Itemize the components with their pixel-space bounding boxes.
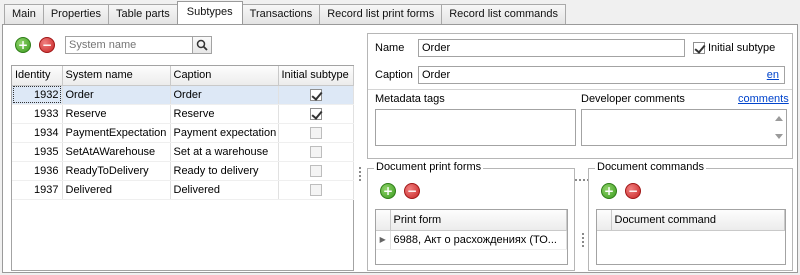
column-header-caption[interactable]: Caption [169,66,279,86]
column-header-document-command[interactable]: Document command [610,210,785,231]
metadata-tags-field[interactable] [375,109,576,146]
subtypes-panel: + − Identity System name Capti [11,33,356,271]
print-forms-grid: Print form ▶ 6988, Акт о расхождениях (Т… [375,209,568,265]
name-label: Name [375,42,405,54]
tab-record-list-commands[interactable]: Record list commands [441,4,567,24]
tab-transactions[interactable]: Transactions [241,4,321,24]
cell-identity[interactable]: 1936 [12,161,63,181]
search-input[interactable] [65,36,193,54]
row-pointer-icon: ▶ [376,230,391,250]
cell-caption[interactable]: Order [170,85,279,105]
developer-comments-field[interactable] [581,109,787,146]
tab-subtypes[interactable]: Subtypes [176,1,243,24]
tab-bar: Main Properties Table parts Subtypes Tra… [4,1,567,24]
divider [368,89,792,90]
name-field[interactable]: Order [418,39,685,57]
tab-record-list-print-forms[interactable]: Record list print forms [319,4,443,24]
caption-field[interactable]: Order en [418,66,785,84]
cell-caption[interactable]: Set at a warehouse [170,142,279,162]
developer-comments-label: Developer comments [581,93,685,105]
language-link[interactable]: en [767,69,779,81]
add-icon[interactable]: + [601,183,617,199]
cell-initial-subtype[interactable] [278,161,354,181]
table-row[interactable]: 1936 ReadyToDelivery Ready to delivery [12,161,354,181]
document-print-forms-group: Document print forms + − Print form ▶ 69… [367,161,575,271]
cell-identity[interactable]: 1934 [12,123,63,143]
subtype-details: Name Order Initial subtype Caption Order… [367,33,793,159]
delete-icon[interactable]: − [39,37,55,53]
table-row[interactable]: 1937 Delivered Delivered [12,180,354,200]
column-header-system-name[interactable]: System name [61,66,171,86]
tab-table-parts[interactable]: Table parts [107,4,178,24]
cell-caption[interactable]: Delivered [170,180,279,200]
cell-system-name[interactable]: ReadyToDelivery [62,161,171,181]
document-commands-title: Document commands [595,161,706,173]
cell-caption[interactable]: Payment expectation [170,123,279,143]
search-button[interactable] [193,36,212,54]
cell-initial-subtype[interactable] [278,180,354,200]
vertical-splitter-2[interactable] [582,231,584,249]
cell-system-name[interactable]: SetAtAWarehouse [62,142,171,162]
scroll-down-icon[interactable] [775,134,783,139]
commands-toolbar: + − [597,183,645,199]
initial-subtype-label: Initial subtype [708,42,776,54]
caption-label: Caption [375,69,413,81]
subtypes-toolbar: + − [11,33,356,57]
initial-subtype-checkbox[interactable] [309,88,322,101]
cell-initial-subtype[interactable] [278,123,354,143]
vertical-splitter[interactable] [359,165,362,183]
delete-icon[interactable]: − [404,183,420,199]
table-row[interactable]: 1932 Order Order [12,85,354,105]
cell-identity[interactable]: 1932 [12,85,63,105]
initial-subtype-checkbox[interactable] [309,145,322,158]
add-icon[interactable]: + [380,183,396,199]
tab-properties[interactable]: Properties [42,4,109,24]
grid-header-row: Identity System name Caption Initial sub… [12,66,354,86]
scroll-up-icon[interactable] [775,116,783,121]
column-header-identity[interactable]: Identity [12,66,63,86]
column-header-initial-subtype[interactable]: Initial subtype [277,66,354,86]
row-indicator-header [376,210,391,231]
comments-link[interactable]: comments [738,93,789,105]
cell-caption[interactable]: Reserve [170,104,279,124]
caption-value: Order [422,69,451,81]
initial-subtype-checkbox[interactable] [309,183,322,196]
cell-print-form[interactable]: 6988, Акт о расхождениях (ТО... [390,230,567,250]
cell-caption[interactable]: Ready to delivery [170,161,279,181]
cell-system-name[interactable]: PaymentExpectation [62,123,171,143]
initial-subtype-checkbox[interactable] [309,164,322,177]
delete-icon[interactable]: − [625,183,641,199]
add-icon[interactable]: + [15,37,31,53]
cell-system-name[interactable]: Reserve [62,104,171,124]
cell-system-name[interactable]: Delivered [62,180,171,200]
tab-content: + − Identity System name Capti [2,24,798,273]
cell-initial-subtype[interactable] [278,104,354,124]
cell-identity[interactable]: 1935 [12,142,63,162]
table-row[interactable]: ▶ 6988, Акт о расхождениях (ТО... [376,230,567,250]
cell-identity[interactable]: 1937 [12,180,63,200]
search-icon [196,39,208,51]
cell-initial-subtype[interactable] [278,142,354,162]
row-indicator-header [597,210,612,231]
tab-main[interactable]: Main [4,4,44,24]
cell-initial-subtype[interactable] [278,85,354,105]
table-row[interactable]: 1934 PaymentExpectation Payment expectat… [12,123,354,143]
initial-subtype-checkbox[interactable] [309,107,322,120]
cell-identity[interactable]: 1933 [12,104,63,124]
subtypes-grid: Identity System name Caption Initial sub… [11,65,354,271]
print-forms-toolbar: + − [376,183,424,199]
column-header-print-form[interactable]: Print form [389,210,567,231]
initial-subtype-checkbox[interactable] [309,126,322,139]
table-row[interactable]: 1933 Reserve Reserve [12,104,354,124]
cell-system-name[interactable]: Order [62,85,171,105]
commands-grid: Document command [596,209,786,265]
table-row[interactable]: 1935 SetAtAWarehouse Set at a warehouse [12,142,354,162]
metadata-tags-label: Metadata tags [375,93,445,105]
document-print-forms-title: Document print forms [374,161,484,173]
initial-subtype-toggle[interactable] [693,42,705,54]
document-commands-group: Document commands + − Document command [588,161,793,271]
